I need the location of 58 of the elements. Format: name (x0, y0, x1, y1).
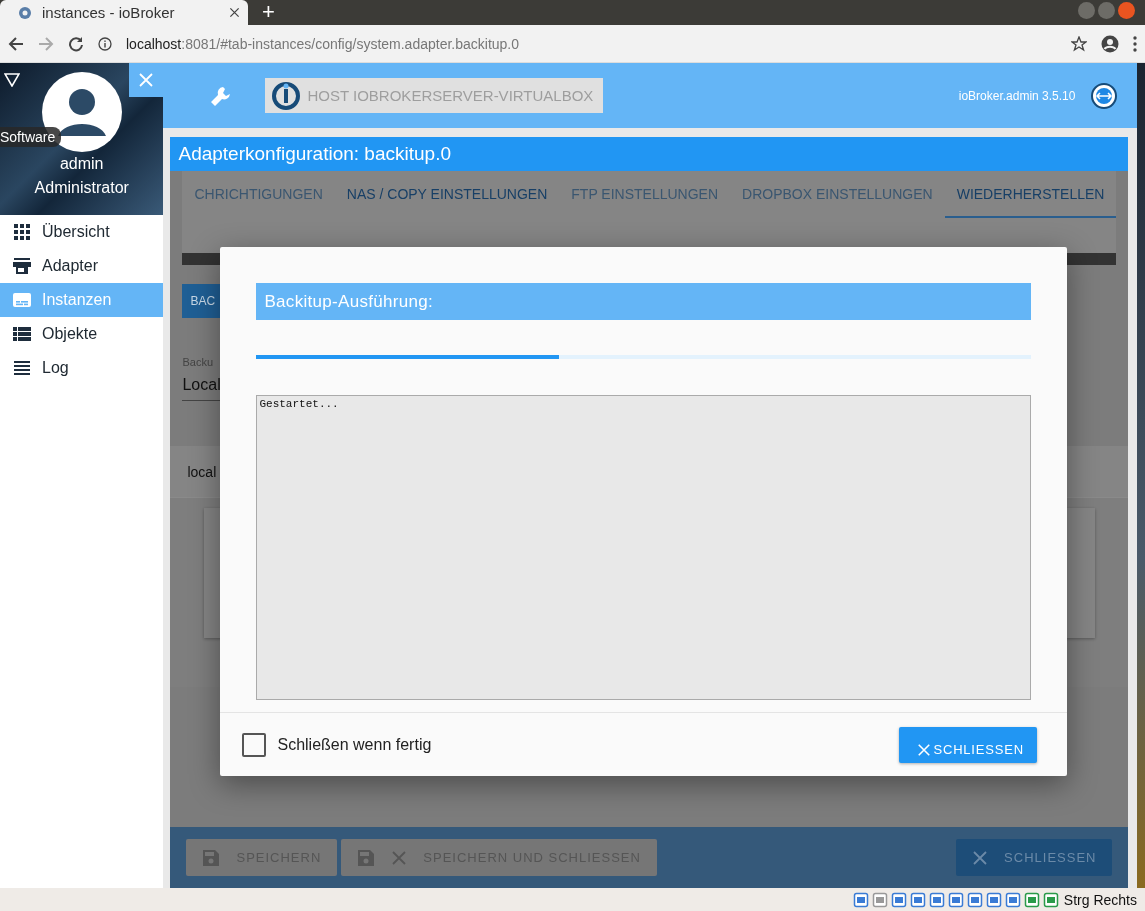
settings-tab[interactable]: NAS / COPY EINSTELLUNGEN (334, 171, 560, 218)
list-icon (12, 324, 32, 344)
save-icon (202, 848, 221, 867)
field-label: Backu (182, 356, 215, 368)
star-icon[interactable] (1071, 35, 1087, 52)
info-icon (98, 36, 112, 51)
banner-tag: Software (0, 127, 62, 147)
user-role: Administrator (34, 178, 129, 198)
close-icon (917, 742, 932, 757)
checkbox[interactable] (242, 732, 267, 757)
device-icon[interactable] (1004, 891, 1021, 908)
tab-title: instances - ioBroker (42, 4, 176, 21)
device-icon[interactable] (871, 891, 888, 908)
user-name: admin (59, 154, 104, 174)
device-icon[interactable] (909, 891, 926, 908)
menu-item[interactable]: Instanzen (0, 283, 164, 317)
close-window-button[interactable] (1118, 2, 1135, 19)
store-icon (12, 256, 32, 276)
device-icon[interactable] (852, 891, 869, 908)
device-icon[interactable] (985, 891, 1002, 908)
card-title: local (187, 463, 217, 480)
lines-icon (12, 358, 32, 378)
reload-icon[interactable] (68, 35, 84, 52)
settings-tab[interactable]: WIEDERHERSTELLEN (944, 171, 1117, 218)
device-icon[interactable] (928, 891, 945, 908)
save-icon (357, 848, 376, 867)
close-button[interactable]: SCHLIESSEN (899, 726, 1038, 763)
backup-button[interactable]: BAC (182, 284, 221, 318)
modal-title: Backitup-Ausführung: (256, 283, 1032, 320)
new-tab-button[interactable]: + (262, 1, 275, 23)
checkbox-label: Schließen wenn fertig (277, 735, 432, 754)
close-icon (138, 72, 155, 88)
grid-icon (12, 222, 32, 242)
gear-icon (18, 5, 32, 20)
subtitles-icon (12, 290, 32, 310)
browser-tab[interactable]: instances - ioBroker (0, 0, 248, 25)
maximize-button[interactable] (1098, 2, 1115, 19)
back-icon[interactable] (8, 35, 24, 52)
device-icon[interactable] (1042, 891, 1059, 908)
host-button[interactable]: HOST IOBROKERSERVER-VIRTUALBOX (265, 78, 604, 113)
host-key-label: Strg Rechts (1063, 891, 1137, 908)
close-icon (391, 849, 408, 866)
close-icon (972, 849, 989, 866)
device-icon[interactable] (890, 891, 907, 908)
log-output[interactable]: Gestartet... (256, 395, 1032, 700)
device-icon[interactable] (966, 891, 983, 908)
remote-icon[interactable] (1091, 80, 1118, 111)
device-icon[interactable] (1023, 891, 1040, 908)
power-icon (271, 80, 302, 111)
minimize-button[interactable] (1078, 2, 1095, 19)
close-icon (229, 7, 240, 18)
dialog-title: Adapterkonfiguration: backitup.0 (170, 137, 1129, 171)
close-button[interactable]: SCHLIESSEN (956, 839, 1113, 876)
version-label: ioBroker.admin 3.5.10 (958, 88, 1076, 103)
triangle-icon[interactable] (4, 73, 20, 87)
menu-icon[interactable] (1133, 35, 1137, 52)
device-icon[interactable] (947, 891, 964, 908)
account-icon[interactable] (1101, 34, 1119, 53)
